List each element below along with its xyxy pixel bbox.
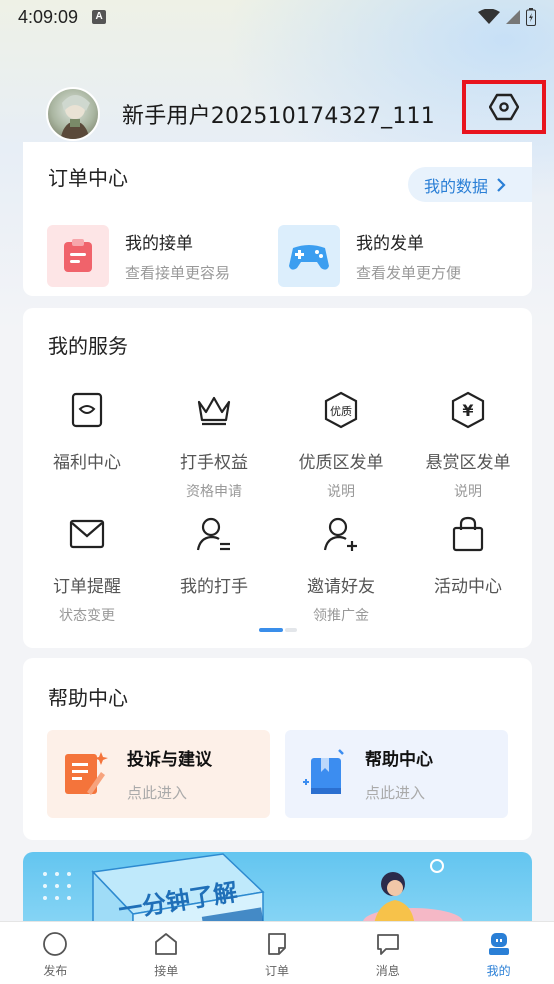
shopping-bag-icon: [405, 514, 531, 554]
envelope-icon: [24, 514, 150, 554]
service-sub: 领推广金: [313, 608, 369, 624]
order-center-title: 订单中心: [48, 166, 128, 190]
help-center-card: 帮助中心 投诉与建议 点此进入 帮助中心 点此进入: [23, 658, 532, 840]
help-center-title: 帮助中心: [48, 686, 128, 710]
my-data-label: 我的数据: [424, 176, 489, 196]
page-dot-active: [259, 628, 283, 632]
crown-icon: [151, 390, 277, 430]
profile-icon: [488, 933, 509, 955]
received-orders-title: 我的接单: [125, 234, 193, 254]
notification-icon: A: [92, 10, 107, 24]
published-orders-gamepad-icon: [278, 225, 340, 287]
service-label: 活动中心: [434, 577, 502, 597]
service-sub: 资格申请: [186, 484, 242, 500]
help-subtitle: 点此进入: [365, 784, 426, 802]
service-label: 我的打手: [180, 577, 248, 597]
help-book-icon: [303, 749, 344, 794]
document-icon: [268, 933, 286, 955]
published-orders-title: 我的发单: [356, 234, 424, 254]
signal-icon: [506, 10, 520, 24]
welfare-card-icon: [24, 390, 150, 430]
avatar-character-icon: [60, 95, 90, 139]
battery-icon: [526, 8, 536, 26]
service-quality-zone-order[interactable]: 优质 优质区发单 说明: [278, 390, 404, 501]
username[interactable]: 新手用户202510174327_111: [122, 98, 435, 130]
service-order-reminder[interactable]: 订单提醒 状态变更: [24, 514, 150, 625]
page-indicator: [259, 628, 297, 632]
service-label: 悬赏区发单: [425, 453, 511, 473]
help-title: 帮助中心: [365, 750, 433, 770]
tab-orders[interactable]: 订单: [222, 922, 333, 984]
service-sub: 状态变更: [59, 608, 115, 624]
home-icon: [155, 933, 178, 955]
service-welfare-center[interactable]: 福利中心: [24, 390, 150, 481]
my-received-orders[interactable]: 我的接单 查看接单更容易: [47, 224, 230, 288]
yuan-hexagon-icon: ¥: [405, 390, 531, 430]
service-label: 邀请好友: [307, 577, 375, 597]
status-bar: 4:09:09 A: [0, 0, 554, 34]
circle-icon: [43, 932, 68, 956]
service-player-rights[interactable]: 打手权益 资格申请: [151, 390, 277, 501]
tab-label: 订单: [264, 964, 289, 978]
service-my-players[interactable]: 我的打手: [151, 514, 277, 605]
service-reward-zone-order[interactable]: ¥ 悬赏区发单 说明: [405, 390, 531, 501]
order-center-card: 订单中心 我的数据 我的接单 查看接单更容易 我的发单 查看发单更方便: [23, 142, 532, 296]
promo-banner[interactable]: 一分钟了解: [23, 852, 532, 932]
complaint-title: 投诉与建议: [127, 750, 212, 770]
service-label: 打手权益: [180, 453, 248, 473]
avatar[interactable]: [46, 87, 100, 141]
yuan-icon-text: ¥: [462, 401, 473, 420]
service-sub: 说明: [454, 484, 482, 500]
complaint-document-icon: [65, 752, 108, 795]
service-sub: 说明: [327, 484, 355, 500]
quality-hexagon-icon: 优质: [278, 390, 404, 430]
received-orders-subtitle: 查看接单更容易: [125, 264, 231, 282]
user-list-icon: [151, 514, 277, 554]
settings-hexagon-icon: [489, 93, 519, 121]
service-label: 订单提醒: [53, 577, 121, 597]
tab-label: 消息: [375, 964, 400, 978]
service-label: 优质区发单: [298, 453, 384, 473]
my-data-button[interactable]: 我的数据: [408, 167, 532, 202]
tab-label: 接单: [154, 964, 179, 978]
help-center-button[interactable]: 帮助中心 点此进入: [285, 730, 508, 818]
chevron-right-icon: [497, 177, 506, 192]
service-invite-friends[interactable]: 邀请好友 领推广金: [278, 514, 404, 625]
complaint-subtitle: 点此进入: [127, 784, 188, 802]
status-time: 4:09:09: [18, 6, 79, 27]
page-dot: [285, 628, 297, 632]
banner-illustration: 一分钟了解: [43, 853, 463, 932]
tab-publish[interactable]: 发布: [0, 922, 111, 984]
user-add-icon: [278, 514, 404, 554]
tab-mine[interactable]: 我的: [443, 922, 554, 984]
status-indicators: [478, 8, 536, 26]
complaint-suggestion-button[interactable]: 投诉与建议 点此进入: [47, 730, 270, 818]
published-orders-subtitle: 查看发单更方便: [356, 264, 462, 282]
received-orders-icon: [47, 225, 109, 287]
service-activity-center[interactable]: 活动中心: [405, 514, 531, 605]
services-title: 我的服务: [48, 334, 128, 358]
service-label: 福利中心: [53, 453, 121, 473]
tab-messages[interactable]: 消息: [332, 922, 443, 984]
my-services-card: 我的服务 福利中心 打手权益 资格申请 优质 优质区发单 说明 ¥ 悬赏区发单 …: [23, 308, 532, 648]
tab-label: 我的: [486, 964, 511, 978]
settings-button[interactable]: [462, 80, 546, 134]
wifi-icon: [478, 9, 500, 24]
chat-bubble-icon: [376, 934, 399, 955]
tab-accept-orders[interactable]: 接单: [111, 922, 222, 984]
my-published-orders[interactable]: 我的发单 查看发单更方便: [278, 224, 461, 288]
tab-label: 发布: [43, 964, 68, 978]
bottom-tab-bar: 发布 接单 订单 消息 我的: [0, 921, 554, 984]
quality-icon-text: 优质: [330, 405, 352, 418]
